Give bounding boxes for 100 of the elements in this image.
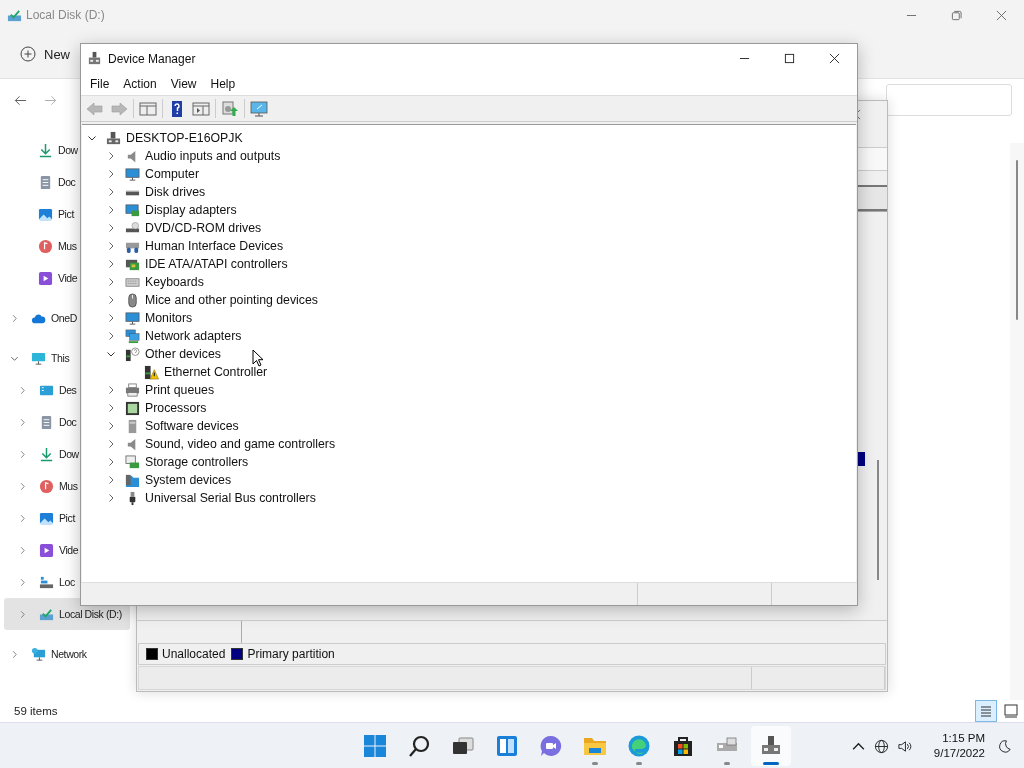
menu-item[interactable]: View	[163, 77, 204, 91]
legend-label: Primary partition	[247, 647, 335, 661]
chevron-icon[interactable]	[106, 331, 116, 341]
system-icon	[125, 472, 140, 488]
chevron-icon[interactable]	[106, 151, 116, 161]
sidebar-item[interactable]: Doc	[4, 406, 77, 438]
chat-icon[interactable]	[538, 734, 563, 758]
chevron-icon[interactable]	[106, 493, 116, 503]
tree-item[interactable]: Disk drives	[145, 185, 206, 199]
chevron-icon[interactable]	[106, 385, 116, 395]
sidebar-item[interactable]: OneD	[4, 302, 77, 334]
tree-item[interactable]: Storage controllers	[145, 455, 249, 469]
chevron-icon[interactable]	[106, 187, 116, 197]
sidebar-item[interactable]: Local Disk (D:)	[4, 598, 130, 630]
chevron-icon[interactable]	[87, 133, 97, 143]
tree-item[interactable]: Network adapters	[145, 329, 242, 343]
music-icon	[39, 478, 54, 494]
tree-item[interactable]: Display adapters	[145, 203, 237, 217]
chevron-icon[interactable]	[106, 457, 116, 467]
details-view-icon[interactable]	[975, 700, 997, 722]
tree-item[interactable]: Computer	[145, 167, 199, 181]
tree-item[interactable]: Ethernet Controller	[164, 365, 268, 379]
sidebar-item[interactable]: Pict	[4, 198, 74, 230]
plus-icon	[20, 46, 36, 62]
processor-icon	[125, 400, 140, 416]
sidebar-item[interactable]: Vide	[4, 534, 79, 566]
tree-item[interactable]: Software devices	[145, 419, 239, 433]
sidebar-item[interactable]: Mus	[4, 470, 78, 502]
tree-item[interactable]: Mice and other pointing devices	[145, 293, 318, 307]
chevron-icon[interactable]	[106, 169, 116, 179]
tree-item[interactable]: Monitors	[145, 311, 193, 325]
scrollbar[interactable]	[877, 460, 879, 580]
menu-item[interactable]: Action	[116, 77, 164, 91]
chevron-icon[interactable]	[106, 241, 116, 251]
chevron-icon[interactable]	[106, 421, 116, 431]
search-icon[interactable]	[406, 734, 431, 758]
tree-item[interactable]: System devices	[145, 473, 232, 487]
tree-item[interactable]: Universal Serial Bus controllers	[145, 491, 316, 505]
download-icon	[38, 142, 53, 158]
chevron-icon[interactable]	[106, 259, 116, 269]
tree-item[interactable]: Keyboards	[145, 275, 204, 289]
chevron-icon[interactable]	[106, 205, 116, 215]
monitor-icon	[31, 350, 46, 366]
tree-item[interactable]: Human Interface Devices	[145, 239, 284, 253]
sidebar-item[interactable]: Dow	[4, 438, 79, 470]
windows-start-icon[interactable]	[362, 734, 387, 758]
restore-icon[interactable]	[951, 9, 962, 21]
sidebar-item[interactable]: Loc	[4, 566, 75, 598]
tree-item[interactable]: Processors	[145, 401, 207, 415]
tree-item[interactable]: DESKTOP-E16OPJK	[126, 131, 243, 145]
network-icon	[31, 646, 46, 662]
back-arrow-icon[interactable]	[14, 93, 27, 107]
chevron-icon[interactable]	[106, 403, 116, 413]
tree-item[interactable]: Sound, video and game controllers	[145, 437, 336, 451]
sidebar-item[interactable]: Dow	[4, 134, 78, 166]
sidebar-item[interactable]: Des	[4, 374, 77, 406]
speaker-icon[interactable]	[896, 738, 912, 754]
chevron-icon[interactable]	[106, 439, 116, 449]
network-icon	[125, 328, 140, 344]
tree-item[interactable]: Other devices	[145, 347, 221, 361]
tree-item[interactable]: IDE ATA/ATAPI controllers	[145, 257, 288, 271]
music-icon	[38, 238, 53, 254]
monitor-scan-icon[interactable]	[250, 99, 268, 118]
tree-item[interactable]: Print queues	[145, 383, 215, 397]
document-icon	[39, 414, 54, 430]
menu-item[interactable]: Help	[203, 77, 243, 91]
maximize-icon[interactable]	[784, 53, 795, 64]
chevron-icon[interactable]	[106, 277, 116, 287]
widgets-icon[interactable]	[494, 734, 519, 758]
update-driver-icon[interactable]	[221, 99, 239, 118]
item-count: 59 items	[14, 705, 58, 717]
sidebar-item[interactable]: Mus	[4, 230, 77, 262]
sidebar-item[interactable]: Doc	[4, 166, 76, 198]
globe-icon[interactable]	[873, 738, 889, 754]
drive-icon	[39, 574, 54, 590]
browser-icon[interactable]	[626, 734, 651, 758]
console-tree-icon[interactable]	[139, 99, 157, 118]
chevron-icon[interactable]	[106, 475, 116, 485]
sidebar-item[interactable]: Pict	[4, 502, 75, 534]
chevron-icon[interactable]	[106, 223, 116, 233]
drive-icon	[7, 7, 22, 23]
new-button[interactable]: New	[20, 42, 70, 66]
action-pane-icon[interactable]	[192, 99, 210, 118]
sidebar-item[interactable]: This	[4, 342, 70, 374]
picture-icon	[39, 510, 54, 526]
scrollbar[interactable]	[1010, 143, 1024, 700]
chevron-icon[interactable]	[106, 349, 116, 359]
chevron-icon[interactable]	[106, 295, 116, 305]
storage-icon	[125, 454, 140, 470]
sidebar-item[interactable]: Network	[4, 638, 87, 670]
tree-item[interactable]: Audio inputs and outputs	[145, 149, 281, 163]
menu-item[interactable]: File	[83, 77, 117, 91]
clock[interactable]: 1:15 PM 9/17/2022	[933, 731, 985, 761]
search-field[interactable]	[886, 84, 1012, 116]
close-icon[interactable]	[829, 53, 840, 64]
moon-icon[interactable]	[997, 738, 1012, 754]
tree-item[interactable]: DVD/CD-ROM drives	[145, 221, 262, 235]
chevron-icon[interactable]	[106, 313, 116, 323]
picture-icon	[38, 206, 53, 222]
sidebar-item[interactable]: Vide	[4, 262, 78, 294]
